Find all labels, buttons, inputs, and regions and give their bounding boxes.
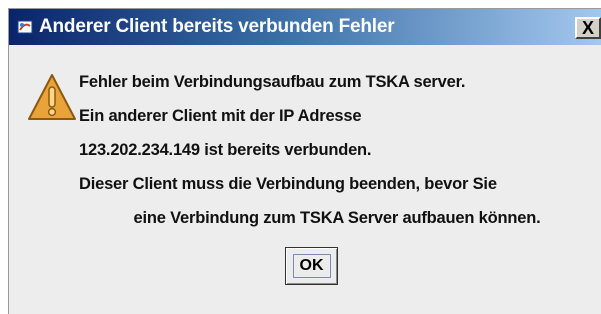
message-line: eine Verbindung zum TSKA Server aufbauen… <box>133 209 541 227</box>
error-dialog: Anderer Client bereits verbunden Fehler … <box>8 8 601 314</box>
close-icon: X <box>581 17 594 38</box>
message-line: 123.202.234.149 ist bereits verbunden. <box>79 141 372 159</box>
message-line: Fehler beim Verbindungsaufbau zum TSKA s… <box>79 73 466 91</box>
ok-button[interactable]: OK <box>285 247 338 285</box>
message-line: Ein anderer Client mit der IP Adresse <box>79 107 362 125</box>
ok-button-label: OK <box>292 254 331 278</box>
warning-icon <box>25 71 79 125</box>
message-line: Dieser Client muss die Verbindung beende… <box>79 175 497 193</box>
window-title: Anderer Client bereits verbunden Fehler <box>39 16 395 37</box>
java-cup-icon <box>15 17 35 37</box>
error-message: Fehler beim Verbindungsaufbau zum TSKA s… <box>79 65 595 235</box>
close-button[interactable]: X <box>575 17 601 39</box>
title-bar[interactable]: Anderer Client bereits verbunden Fehler … <box>9 9 601 45</box>
